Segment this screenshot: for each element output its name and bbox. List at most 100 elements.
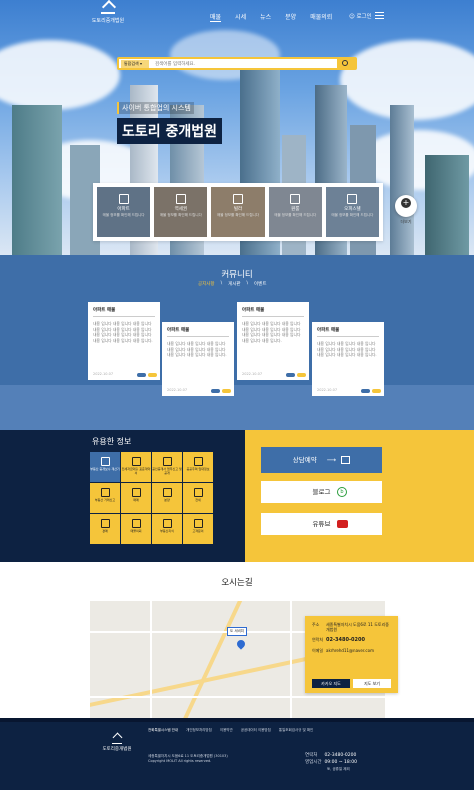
menu-item-request[interactable]: 매물의뢰 (310, 12, 332, 22)
menu-item-listings[interactable]: 매물 (210, 12, 222, 22)
info-item[interactable]: 고객문의 (183, 514, 213, 544)
menu-item-prices[interactable]: 시세 (235, 12, 246, 22)
login-link[interactable]: ☺ 로그인 (349, 12, 372, 20)
footer-link[interactable]: 통일조회검사규 및 확인 (279, 728, 313, 733)
category-villa[interactable]: 빌라 매물 정보를 확인해 드립니다 (211, 187, 265, 237)
calculator-icon (100, 457, 110, 466)
kakao-map-button[interactable]: 카카오 지도 (312, 679, 350, 688)
search-category-label: 통합검색 (124, 61, 139, 66)
search-input[interactable] (155, 60, 335, 68)
tab-board[interactable]: 게시판 (228, 281, 240, 287)
category-label: 원룸 (291, 207, 300, 212)
footer-phone-key: 연락처 (305, 753, 318, 758)
view-map-button[interactable]: 지도 보기 (353, 679, 391, 688)
category-sub: 매물 정보를 확인해 드립니다 (331, 213, 374, 217)
tab-notice[interactable]: 공지사항 (198, 281, 215, 287)
info-item[interactable]: 매물의뢰 (121, 514, 151, 544)
info-title: 유용한 정보 (92, 437, 132, 446)
info-item[interactable]: 경매 (90, 514, 120, 544)
card-title: 아파트 매물 (242, 307, 304, 317)
info-item-label: 전세 (195, 498, 201, 502)
footer-hours-key: 영업시간 (305, 760, 322, 765)
community-card[interactable]: 아파트 매물 내용 입니다 내용 입니다 내용 입니다 내용 입니다 내용 입니… (237, 302, 309, 380)
footer-hours-note: 토, 공휴일 제외 (327, 767, 350, 771)
footer-link[interactable]: 전화특별시스템 안내 (148, 728, 178, 733)
category-sub: 매물 정보를 확인해 드립니다 (274, 213, 317, 217)
info-item[interactable]: 공공주택 임대정보 (183, 452, 213, 482)
menu-item-news[interactable]: 뉴스 (260, 12, 271, 22)
tab-event[interactable]: 이벤트 (254, 281, 266, 287)
menu-item-presale[interactable]: 분양 (285, 12, 296, 22)
more-label: 더보기 (400, 219, 412, 224)
category-oneroom[interactable]: 원룸 매물 정보를 확인해 드립니다 (268, 187, 322, 237)
search-bar: 통합검색 ▾ (117, 57, 357, 70)
info-item-label: 전세자금대출 표준계약서 (121, 467, 151, 475)
hero-section: 도토리중개법원 매물 시세 뉴스 분양 매물의뢰 ☺ 로그인 통합검색 ▾ 사이… (0, 0, 474, 255)
key-icon (193, 488, 203, 497)
site-logo[interactable]: 도토리중개법원 (88, 4, 128, 28)
card-body: 내용 입니다 내용 입니다 내용 입니다 내용 입니다 내용 입니다 내용 입니… (242, 321, 301, 343)
consult-reservation-button[interactable]: 상담예약 ⟶ (261, 447, 382, 473)
card-badge (211, 389, 220, 393)
info-item[interactable]: 부동산 중개보수 계산기 (90, 452, 120, 482)
blog-icon: b (337, 487, 347, 497)
info-item[interactable]: 부동산지식 (152, 514, 182, 544)
community-card[interactable]: 아파트 매물 내용 입니다 내용 입니다 내용 입니다 내용 입니다 내용 입니… (312, 322, 384, 396)
footer-phone: 02-3480-0200 (324, 753, 357, 758)
address-value: 세종특별자치시 도움6로 11 도토리중개법원 (326, 622, 389, 632)
blog-button[interactable]: 블로그 b (261, 481, 382, 503)
footer-logo[interactable]: 도토리중개법원 (100, 736, 134, 752)
chevron-down-icon: ▾ (140, 61, 143, 66)
info-item[interactable]: 공인중개사 업무신고 및 공개 (152, 452, 182, 482)
info-item[interactable]: 전세 (183, 483, 213, 513)
info-item[interactable]: 매매 (121, 483, 151, 513)
community-card[interactable]: 아파트 매물 내용 입니다 내용 입니다 내용 입니다 내용 입니다 내용 입니… (88, 302, 160, 380)
footer-link[interactable]: 공공데이터 이용방침 (241, 728, 271, 733)
footer-link[interactable]: 이용약관 (220, 728, 233, 733)
community-tabs: 공지사항 \ 게시판 \ 이벤트 (198, 281, 266, 287)
info-item[interactable]: 부동산 거래신고 (90, 483, 120, 513)
card-badge (361, 389, 370, 393)
cta-section: 상담예약 ⟶ 블로그 b 유튜브 (245, 430, 474, 562)
info-item[interactable]: 분양 (152, 483, 182, 513)
tab-divider: \ (246, 281, 249, 286)
category-apartment[interactable]: 아파트 매물 정보를 확인해 드립니다 (97, 187, 151, 237)
calendar-icon (341, 456, 351, 464)
hero-subtitle: 사이버 통합업의 시스템 (117, 102, 194, 114)
community-card[interactable]: 아파트 매물 내용 입니다 내용 입니다 내용 입니다 내용 입니다 내용 입니… (162, 322, 234, 396)
gavel-icon (100, 519, 110, 528)
tab-divider: \ (220, 281, 223, 286)
useful-info-section: 유용한 정보 부동산 중개보수 계산기 전세자금대출 표준계약서 공인중개사 업… (0, 430, 245, 562)
footer-divider (0, 718, 474, 722)
search-category-select[interactable]: 통합검색 ▾ (121, 60, 149, 68)
info-item-label: 공인중개사 업무신고 및 공개 (152, 467, 182, 475)
info-item[interactable]: 전세자금대출 표준계약서 (121, 452, 151, 482)
card-title: 아파트 매물 (167, 327, 229, 337)
category-station[interactable]: 역세권 매물 정보를 확인해 드립니다 (154, 187, 208, 237)
card-body: 내용 입니다 내용 입니다 내용 입니다 내용 입니다 내용 입니다 내용 입니… (317, 341, 377, 357)
more-button[interactable]: + 더보기 (395, 195, 417, 224)
footer-link[interactable]: 개인정보처리방침 (186, 728, 212, 733)
category-label: 역세권 (174, 207, 188, 212)
hamburger-menu-icon[interactable] (375, 12, 384, 19)
search-button[interactable] (337, 57, 355, 70)
youtube-button[interactable]: 유튜브 (261, 513, 382, 535)
train-icon (175, 194, 186, 204)
footer-info: 세종특별자치시 도움6로 11 도토리중개법원 (30103) Copyrigh… (148, 754, 228, 764)
officetel-icon (347, 194, 358, 204)
handshake-icon (162, 488, 172, 497)
info-grid: 부동산 중개보수 계산기 전세자금대출 표준계약서 공인중개사 업무신고 및 공… (90, 452, 213, 544)
category-sub: 매물 정보를 확인해 드립니다 (159, 213, 202, 217)
phone-value: 02-3480-0200 (326, 637, 365, 643)
card-title: 아파트 매물 (93, 307, 155, 317)
map-pin-icon[interactable] (235, 638, 247, 650)
category-officetel[interactable]: 오피스텔 매물 정보를 확인해 드립니다 (325, 187, 380, 237)
map-road (290, 601, 292, 718)
card-body: 내용 입니다 내용 입니다 내용 입니다 내용 입니다 내용 입니다 내용 입니… (167, 341, 227, 357)
location-title: 오시는길 (221, 578, 253, 588)
card-badge (148, 373, 157, 377)
user-icon: ☺ (349, 14, 355, 20)
search-icon (342, 60, 348, 66)
map-pin-label: 도 서비치 (227, 627, 247, 636)
building (425, 155, 469, 255)
